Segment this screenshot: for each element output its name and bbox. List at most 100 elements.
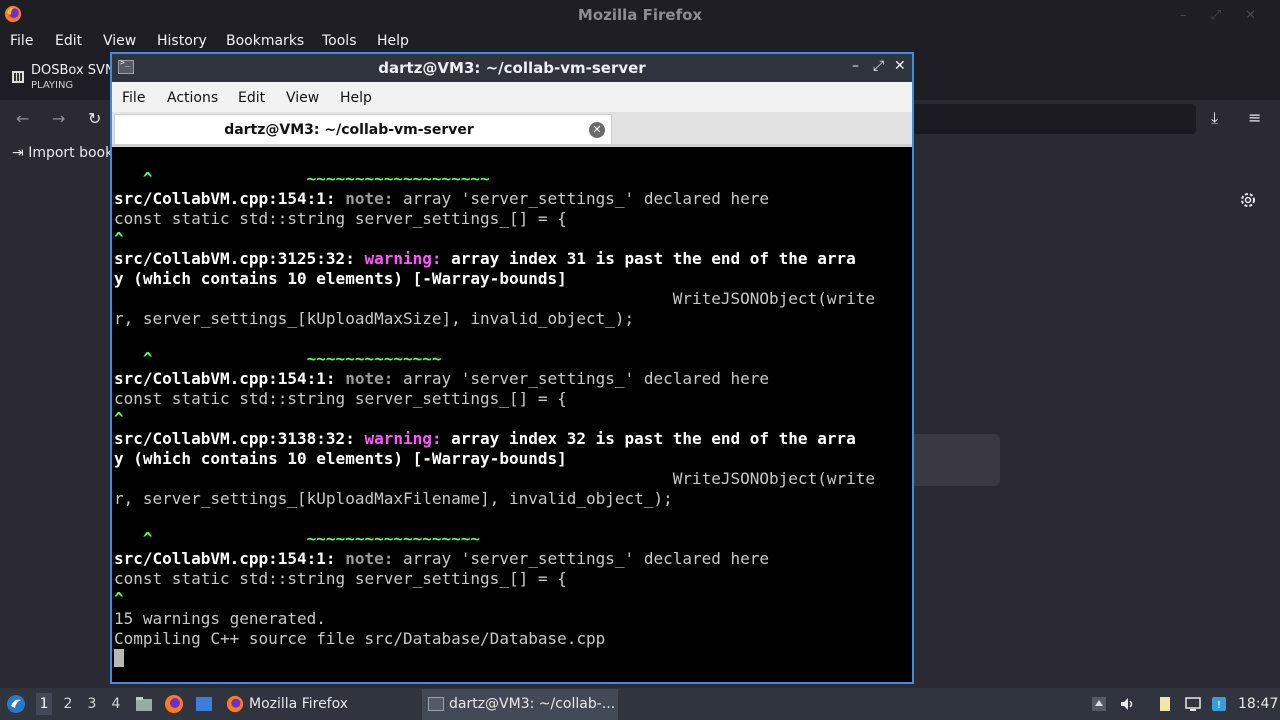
start-menu-icon[interactable] [6,694,26,714]
terminal-output[interactable]: ^ ~~~~~~~~~~~~~~~~~~~ src/CollabVM.cpp:15… [112,144,912,682]
terminal-line: y (which contains 10 elements) [-Warray-… [114,449,904,469]
terminal-menu-help[interactable]: Help [340,90,372,106]
terminal-tab-title: dartz@VM3: ~/collab-vm-server [224,122,474,138]
terminal-line: src/CollabVM.cpp:3138:32: warning: array… [114,429,904,449]
menu-help[interactable]: Help [377,33,409,49]
firefox-window-controls[interactable]: – ⤢ ✕ [1180,8,1266,23]
terminal-text-segment: array index 32 is past the end of the ar… [441,429,856,448]
terminal-text-segment: src/CollabVM.cpp:154:1: [114,189,346,208]
tab-close-icon[interactable]: ✕ [589,122,605,138]
terminal-line: ^ ~~~~~~~~~~~~~~~~~~~ [114,169,904,189]
terminal-lines: ^ ~~~~~~~~~~~~~~~~~~~ src/CollabVM.cpp:15… [114,169,904,649]
terminal-text-segment: array 'server_settings_' declared here [393,369,770,388]
terminal-line: Compiling C++ source file src/Database/D… [114,629,904,649]
task-firefox[interactable]: Mozilla Firefox [222,689,412,720]
gear-icon[interactable] [1238,190,1258,210]
terminal-text-segment: y (which contains 10 elements) [-Warray-… [114,449,567,468]
terminal-menu-actions[interactable]: Actions [167,90,218,106]
terminal-cursor [114,649,124,667]
terminal-text-segment: ^ [114,589,124,608]
terminal-window[interactable]: dartz@VM3: ~/collab-vm-server – ⤢ ✕ File… [110,52,914,684]
hamburger-menu-icon[interactable]: ≡ [1248,108,1261,127]
close-icon[interactable]: ✕ [894,58,906,74]
terminal-text-segment: WriteJSONObject(write [114,469,875,488]
maximize-icon[interactable]: ⤢ [873,58,884,74]
dosbox-favicon-icon [12,71,24,83]
taskbar [0,688,1280,720]
forward-arrow-icon[interactable]: → [52,109,65,128]
menu-edit[interactable]: Edit [55,33,82,49]
menu-history[interactable]: History [157,33,207,49]
terminal-line: WriteJSONObject(write [114,289,904,309]
reload-icon[interactable]: ↻ [88,109,101,128]
menu-view[interactable]: View [103,33,136,49]
task-terminal-label: dartz@VM3: ~/collab-... [449,696,616,712]
menu-bookmarks[interactable]: Bookmarks [226,33,304,49]
import-bookmarks-button[interactable]: ⇥ Import book [12,145,113,161]
download-icon[interactable]: ⤓ [1211,108,1218,128]
terminal-text-segment: const static std::string server_settings… [114,569,567,588]
workspace-4[interactable]: 4 [108,696,124,712]
terminal-text-segment: note: [345,369,394,388]
terminal-text-segment: const static std::string server_settings… [114,209,567,228]
clock[interactable]: 18:47 [1238,696,1278,712]
menu-file[interactable]: File [10,33,33,49]
terminal-line: r, server_settings_[kUploadMaxFilename],… [114,489,904,509]
terminal-text-segment: 15 warnings generated. [114,609,326,628]
terminal-line: y (which contains 10 elements) [-Warray-… [114,269,904,289]
terminal-text-segment: array 'server_settings_' declared here [393,189,770,208]
terminal-text-segment: y (which contains 10 elements) [-Warray-… [114,269,567,288]
terminal-tab[interactable]: dartz@VM3: ~/collab-vm-server ✕ [114,114,612,144]
desktop: Mozilla Firefox – ⤢ ✕ File Edit View His… [0,0,1280,720]
clipboard-icon[interactable] [1156,695,1174,713]
back-arrow-icon[interactable]: ← [16,109,29,128]
svg-text:!: ! [1217,700,1221,711]
terminal-line: ^ ~~~~~~~~~~~~~~ [114,349,904,369]
workspace-2[interactable]: 2 [60,696,76,712]
terminal-menu-file[interactable]: File [122,90,145,106]
terminal-text-segment: const static std::string server_settings… [114,389,567,408]
terminal-line: WriteJSONObject(write [114,469,904,489]
task-firefox-label: Mozilla Firefox [249,696,349,712]
terminal-text-segment: note: [345,549,394,568]
menu-tools[interactable]: Tools [322,33,357,49]
import-bookmarks-label: Import book [28,145,114,161]
eject-icon[interactable] [1090,695,1108,713]
terminal-text-segment: src/CollabVM.cpp:154:1: [114,369,346,388]
task-terminal[interactable]: dartz@VM3: ~/collab-... [422,689,618,720]
terminal-line: src/CollabVM.cpp:154:1: note: array 'ser… [114,549,904,569]
tab-dosbox[interactable]: DOSBox SVN PLAYING [8,60,115,96]
terminal-window-title: dartz@VM3: ~/collab-vm-server [378,59,646,77]
firefox-launcher-icon[interactable] [164,694,184,714]
import-icon: ⇥ [12,145,29,161]
file-manager-icon[interactable] [134,694,154,714]
terminal-line: src/CollabVM.cpp:154:1: note: array 'ser… [114,189,904,209]
url-bar[interactable] [912,104,1196,134]
terminal-text-segment: src/CollabVM.cpp:3125:32: [114,249,365,268]
terminal-text-segment: array 'server_settings_' declared here [393,549,770,568]
terminal-text-segment: ^ ~~~~~~~~~~~~~~~~~~~ [114,169,490,188]
terminal-line: ^ [114,589,904,609]
volume-icon[interactable] [1118,695,1136,713]
workspace-1[interactable]: 1 [36,693,52,715]
workspace-3[interactable]: 3 [84,696,100,712]
terminal-menu-view[interactable]: View [286,90,319,106]
notification-icon[interactable]: ! [1210,695,1228,713]
desktop-icon[interactable] [194,694,214,714]
terminal-icon [428,697,444,711]
terminal-text-segment: r, server_settings_[kUploadMaxFilename],… [114,489,673,508]
terminal-text-segment: src/CollabVM.cpp:3138:32: [114,429,365,448]
terminal-line: ^ [114,409,904,429]
terminal-line: const static std::string server_settings… [114,209,904,229]
content-card[interactable] [900,434,1000,486]
minimize-icon[interactable]: – [852,58,859,74]
terminal-line: ^ [114,229,904,249]
network-icon[interactable] [1184,695,1202,713]
terminal-text-segment: ^ ~~~~~~~~~~~~~~ [114,349,442,368]
firefox-window-title: Mozilla Firefox [577,6,703,24]
terminal-line: r, server_settings_[kUploadMaxSize], inv… [114,309,904,329]
terminal-menu-edit[interactable]: Edit [238,90,265,106]
terminal-text-segment: warning: [364,249,442,268]
terminal-text-segment: ^ ~~~~~~~~~~~~~~~~~~ [114,529,481,548]
